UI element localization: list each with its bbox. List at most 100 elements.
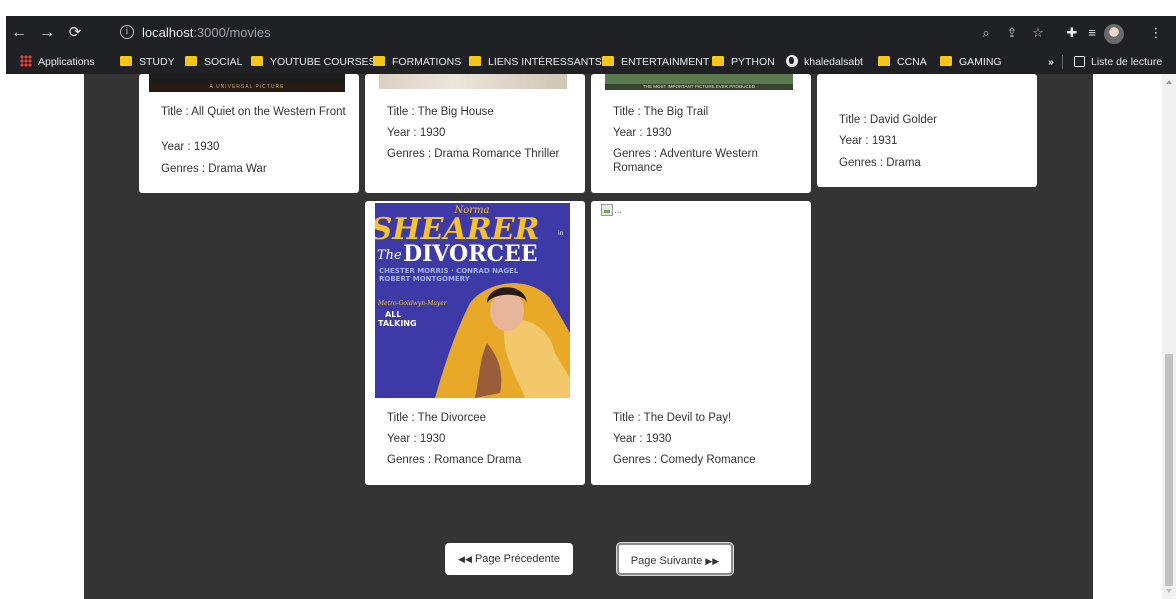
movie-poster: THE MOST IMPORTANT PICTURE EVER PRODUCED bbox=[605, 74, 793, 90]
poster-text: ALL bbox=[385, 310, 401, 319]
poster-caption: A UNIVERSAL PICTURE bbox=[149, 84, 345, 90]
poster-caption: THE MOST IMPORTANT PICTURE EVER PRODUCED bbox=[605, 84, 793, 90]
folder-icon bbox=[251, 56, 263, 66]
zoom-search-icon[interactable]: ⌕ bbox=[976, 22, 996, 44]
poster-text: TALKING bbox=[378, 319, 417, 328]
movie-title: Title : All Quiet on the Western Front bbox=[161, 106, 346, 118]
folder-icon bbox=[712, 56, 724, 66]
web-page: A UNIVERSAL PICTURE Title : All Quiet on… bbox=[6, 74, 1176, 599]
movie-poster: Norma SHEARER in The DIVORCEE CHESTER MO… bbox=[375, 203, 570, 398]
address-bar[interactable]: i localhost:3000/movies bbox=[110, 23, 1066, 45]
movie-genres: Genres : Adventure Western Romance bbox=[613, 148, 758, 174]
movie-genres: Genres : Drama Romance Thriller bbox=[387, 148, 560, 160]
movie-card[interactable]: Norma SHEARER in The DIVORCEE CHESTER MO… bbox=[365, 201, 585, 485]
browser-toolbar: ← → ⟳ i localhost:3000/movies ⌕ ⇪ ☆ ✚ ≡ … bbox=[6, 16, 1176, 50]
movie-poster bbox=[379, 74, 567, 89]
bookmark-social[interactable]: SOCIAL bbox=[185, 54, 243, 70]
movie-card[interactable]: Title : David Golder Year : 1931 Genres … bbox=[817, 74, 1037, 187]
bookmark-label: GAMING bbox=[959, 56, 1002, 68]
movie-title: Title : The Big House bbox=[387, 106, 494, 118]
folder-icon bbox=[602, 56, 614, 66]
movie-genres: Genres : Drama bbox=[839, 157, 921, 169]
bookmark-label: SOCIAL bbox=[204, 56, 243, 68]
movie-title: Title : David Golder bbox=[839, 114, 937, 126]
share-icon[interactable]: ⇪ bbox=[1002, 22, 1022, 44]
poster-text: The bbox=[377, 248, 402, 263]
scroll-up-icon[interactable] bbox=[1166, 80, 1172, 84]
reading-list-label: Liste de lecture bbox=[1091, 56, 1163, 68]
broken-image-icon bbox=[601, 204, 613, 216]
previous-page-button[interactable]: ◀◀ Page Précedente bbox=[445, 543, 573, 575]
url-path: :3000/movies bbox=[193, 25, 271, 40]
poster-text: Metro-Goldwyn-Mayer bbox=[377, 300, 448, 307]
back-arrow-icon[interactable]: ← bbox=[8, 22, 30, 44]
scroll-down-icon[interactable] bbox=[1166, 589, 1172, 593]
scrollbar-thumb[interactable] bbox=[1165, 354, 1173, 586]
bookmark-label: khaledalsabt bbox=[804, 56, 863, 68]
movie-title: Title : The Devil to Pay! bbox=[613, 412, 732, 424]
movies-content-area: A UNIVERSAL PICTURE Title : All Quiet on… bbox=[84, 74, 1093, 599]
screen-top-strip bbox=[0, 0, 1176, 16]
folder-icon bbox=[940, 56, 952, 66]
poster-text: DIVORCEE bbox=[403, 241, 538, 267]
bookmark-youtube-courses[interactable]: YOUTUBE COURSES bbox=[251, 54, 376, 70]
movie-title: Title : The Big Trail bbox=[613, 106, 709, 118]
rewind-icon: ◀◀ bbox=[458, 554, 472, 564]
bookmark-label: CCNA bbox=[897, 56, 927, 68]
bookmark-ccna[interactable]: CCNA bbox=[878, 54, 927, 70]
browser-menu-icon[interactable]: ⋮ bbox=[1146, 22, 1166, 44]
bookmarks-overflow-icon[interactable]: » bbox=[1048, 54, 1054, 70]
divorcee-poster-art: Norma SHEARER in The DIVORCEE CHESTER MO… bbox=[375, 203, 570, 398]
movie-year: Year : 1930 bbox=[387, 433, 446, 445]
next-page-button[interactable]: Page Suivante ▶▶ bbox=[617, 543, 733, 575]
media-queue-icon[interactable]: ≡ bbox=[1082, 22, 1102, 44]
poster-text: in bbox=[558, 230, 564, 237]
forward-arrow-icon[interactable]: → bbox=[36, 22, 58, 44]
movie-genres: Genres : Comedy Romance bbox=[613, 454, 756, 466]
apps-grid-icon bbox=[20, 55, 32, 67]
next-page-label: Page Suivante bbox=[630, 555, 703, 567]
movie-card[interactable]: A UNIVERSAL PICTURE Title : All Quiet on… bbox=[139, 74, 359, 193]
bookmark-label: PYTHON bbox=[731, 56, 775, 68]
site-info-icon[interactable]: i bbox=[120, 25, 134, 39]
movie-genres: Genres : Drama War bbox=[161, 163, 267, 175]
reading-list-button[interactable]: Liste de lecture bbox=[1074, 54, 1162, 70]
bookmark-liens-interessants[interactable]: LIENS INTÉRESSANTS bbox=[469, 54, 602, 70]
profile-avatar[interactable] bbox=[1104, 24, 1124, 44]
bookmark-applications[interactable]: Applications bbox=[20, 54, 95, 70]
bookmark-label: Applications bbox=[38, 56, 95, 68]
folder-icon bbox=[878, 56, 890, 66]
bookmark-label: LIENS INTÉRESSANTS bbox=[488, 56, 602, 68]
movie-year: Year : 1930 bbox=[613, 433, 672, 445]
movie-year: Year : 1930 bbox=[161, 141, 220, 153]
bookmark-label: ENTERTAINMENT bbox=[621, 56, 710, 68]
url-text[interactable]: localhost:3000/movies bbox=[142, 25, 271, 40]
folder-icon bbox=[185, 56, 197, 66]
bookmark-label: FORMATIONS bbox=[392, 56, 462, 68]
bookmark-gaming[interactable]: GAMING bbox=[940, 54, 1002, 70]
bookmark-entertainment[interactable]: ENTERTAINMENT bbox=[602, 54, 709, 70]
folder-icon bbox=[469, 56, 481, 66]
bookmark-khaledalsabt[interactable]: khaledalsabt bbox=[786, 54, 863, 70]
bookmark-python[interactable]: PYTHON bbox=[712, 54, 775, 70]
extensions-puzzle-icon[interactable]: ✚ bbox=[1062, 22, 1082, 44]
movie-poster: A UNIVERSAL PICTURE bbox=[149, 74, 345, 92]
bookmark-study[interactable]: STUDY bbox=[120, 54, 175, 70]
reload-icon[interactable]: ⟳ bbox=[64, 22, 86, 44]
reading-list-icon bbox=[1074, 56, 1085, 67]
bookmark-star-icon[interactable]: ☆ bbox=[1028, 22, 1048, 44]
globe-icon bbox=[786, 55, 798, 67]
folder-icon bbox=[120, 56, 132, 66]
movie-card[interactable]: ... Title : The Devil to Pay! Year : 193… bbox=[591, 201, 811, 485]
url-host: localhost bbox=[142, 25, 194, 40]
movie-card[interactable]: Title : The Big House Year : 1930 Genres… bbox=[365, 74, 585, 193]
broken-image-alt: ... bbox=[614, 205, 623, 216]
movie-card[interactable]: THE MOST IMPORTANT PICTURE EVER PRODUCED… bbox=[591, 74, 811, 193]
bookmarks-divider bbox=[1062, 55, 1063, 69]
poster-text: CHESTER MORRIS · CONRAD NAGEL bbox=[379, 267, 519, 275]
movie-title: Title : The Divorcee bbox=[387, 412, 487, 424]
movie-year: Year : 1930 bbox=[613, 127, 672, 139]
page-scrollbar[interactable] bbox=[1162, 74, 1176, 599]
bookmark-formations[interactable]: FORMATIONS bbox=[373, 54, 461, 70]
movie-year: Year : 1930 bbox=[387, 127, 446, 139]
